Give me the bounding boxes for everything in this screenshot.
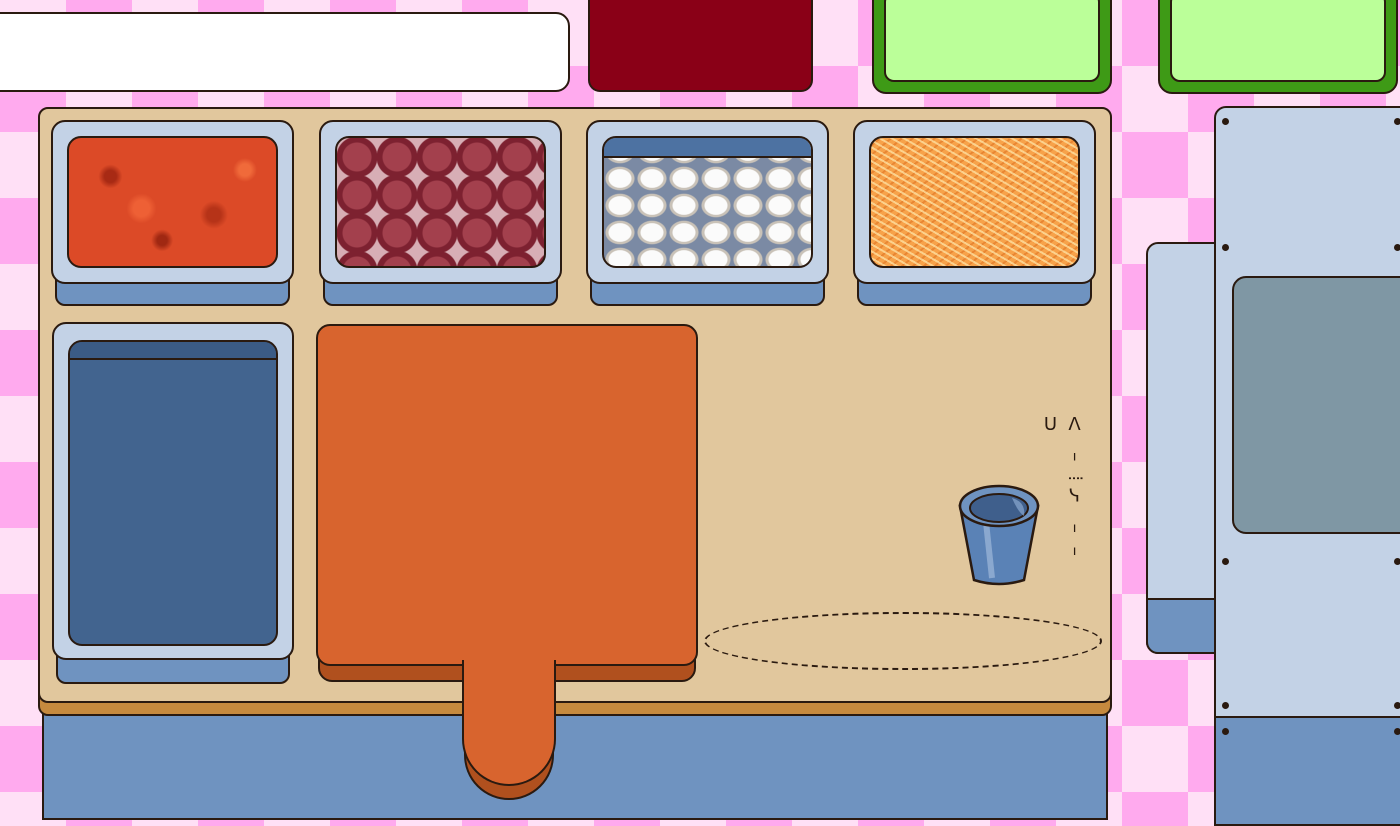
cheese-bin[interactable]	[853, 120, 1096, 306]
mushroom-bin-tray	[586, 120, 829, 284]
rivet	[1394, 728, 1400, 735]
rivet	[1394, 558, 1400, 565]
rivet	[1394, 118, 1400, 125]
pizza-drop-zone[interactable]	[704, 612, 1102, 670]
green-tray-fill-2	[1170, 0, 1386, 82]
tomato-sauce-icon[interactable]	[67, 136, 278, 268]
rivet	[1222, 118, 1229, 125]
rivet	[1222, 244, 1229, 251]
dough-bin-lip	[70, 342, 276, 360]
pepperoni-bin[interactable]	[319, 120, 562, 306]
cheese-bin-tray	[853, 120, 1096, 284]
sauce-bin-tray	[51, 120, 294, 284]
green-tray-fill-1	[884, 0, 1100, 82]
rivet	[1222, 558, 1229, 565]
pepperoni-bin-tray	[319, 120, 562, 284]
sauce-bin[interactable]	[51, 120, 294, 306]
pepperoni-icon[interactable]	[335, 136, 546, 268]
green-topping-tray-1[interactable]	[872, 0, 1112, 94]
order-ticket-bar	[0, 12, 570, 92]
dough-bin[interactable]	[52, 322, 294, 684]
mushroom-bin-lip	[604, 138, 811, 158]
pizza-peel-icon[interactable]	[316, 324, 698, 666]
oven-window[interactable]	[1232, 276, 1400, 534]
cup-icon[interactable]	[956, 484, 1042, 586]
mushroom-icon[interactable]	[602, 136, 813, 268]
peel-handle-joint	[464, 658, 554, 668]
rivet	[1394, 702, 1400, 709]
green-topping-tray-2[interactable]	[1158, 0, 1398, 94]
peel-handle[interactable]	[462, 660, 556, 786]
oven-lower-panel	[1214, 716, 1400, 826]
rivet	[1222, 728, 1229, 735]
mushroom-bin[interactable]	[586, 120, 829, 306]
rivet	[1222, 702, 1229, 709]
rivet	[1394, 244, 1400, 251]
red-topping-tray[interactable]	[588, 0, 813, 92]
shredded-cheese-icon[interactable]	[869, 136, 1080, 268]
dough-bin-tray	[52, 322, 294, 660]
sauce-scale-label: ᐱ ᑊ⁞ᓭ ᑊᑊ ᑌ	[1040, 414, 1085, 568]
dough-tray-icon[interactable]	[68, 340, 278, 646]
